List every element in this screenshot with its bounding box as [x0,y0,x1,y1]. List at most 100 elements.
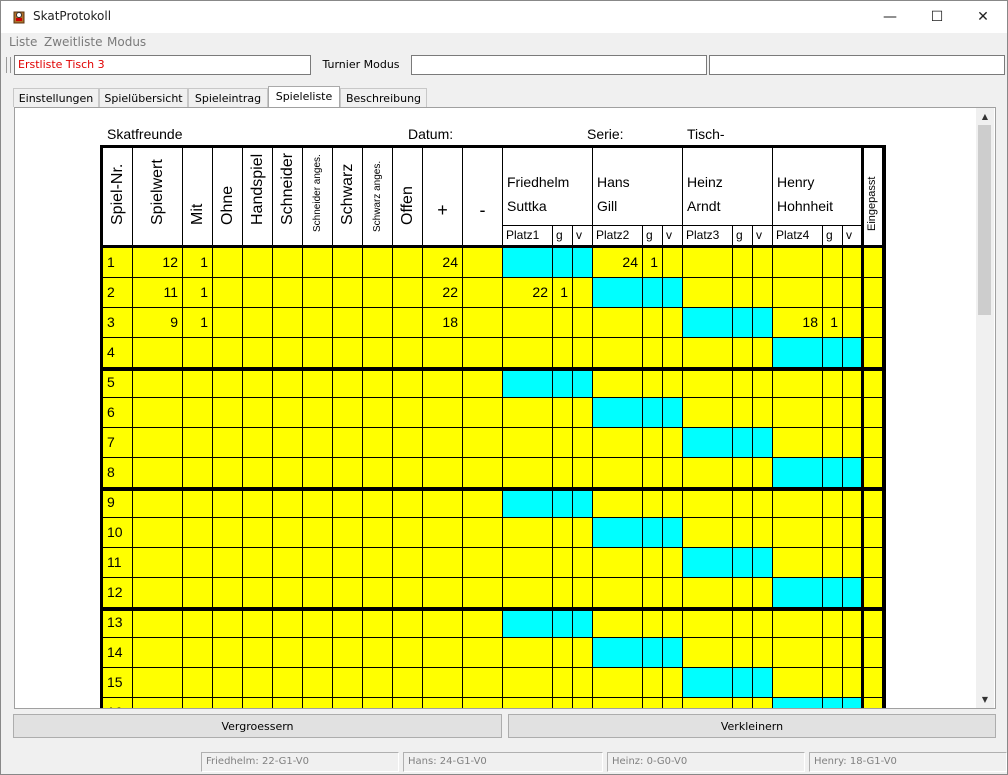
flag-cell[interactable] [303,248,333,278]
info-field-2[interactable] [709,55,1005,75]
flag-cell[interactable] [273,368,303,398]
player-score-cell[interactable] [843,698,863,708]
player-score-cell[interactable] [503,488,553,518]
player-score-cell[interactable] [553,308,573,338]
flag-cell[interactable] [273,338,303,368]
game-value-cell[interactable] [133,338,183,368]
player-score-cell[interactable] [573,338,593,368]
mit-cell[interactable] [183,518,213,548]
plus-cell[interactable] [423,608,463,638]
player-score-cell[interactable] [593,398,643,428]
player-score-cell[interactable]: 22 [503,278,553,308]
game-value-cell[interactable] [133,608,183,638]
player-score-cell[interactable] [753,608,773,638]
plus-cell[interactable] [423,338,463,368]
player-score-cell[interactable] [773,338,823,368]
flag-cell[interactable] [303,518,333,548]
flag-cell[interactable] [393,638,423,668]
zoom-out-button[interactable]: Verkleinern [508,714,996,738]
flag-cell[interactable] [303,368,333,398]
player-score-cell[interactable] [683,248,733,278]
eingepasst-cell[interactable] [863,458,883,488]
flag-cell[interactable] [243,458,273,488]
flag-cell[interactable] [303,548,333,578]
player-score-cell[interactable] [553,458,573,488]
player-score-cell[interactable] [573,398,593,428]
player-score-cell[interactable] [573,608,593,638]
flag-cell[interactable] [333,518,363,548]
player-score-cell[interactable] [663,638,683,668]
player-score-cell[interactable] [843,488,863,518]
eingepasst-cell[interactable] [863,548,883,578]
flag-cell[interactable] [393,698,423,708]
flag-cell[interactable] [363,668,393,698]
flag-cell[interactable] [303,488,333,518]
tab-einstellungen[interactable]: Einstellungen [13,88,99,107]
player-score-cell[interactable] [643,548,663,578]
flag-cell[interactable] [213,578,243,608]
mit-cell[interactable]: 1 [183,308,213,338]
flag-cell[interactable] [273,608,303,638]
player-score-cell[interactable] [823,548,843,578]
minimize-button[interactable]: — [867,1,913,33]
player-score-cell[interactable] [823,698,843,708]
game-value-cell[interactable] [133,368,183,398]
player-score-cell[interactable] [663,698,683,708]
player-score-cell[interactable] [843,248,863,278]
player-score-cell[interactable] [553,698,573,708]
flag-cell[interactable] [333,548,363,578]
player-score-cell[interactable] [773,698,823,708]
plus-cell[interactable] [423,638,463,668]
player-score-cell[interactable] [843,608,863,638]
player-score-cell[interactable] [843,398,863,428]
player-score-cell[interactable] [733,398,753,428]
player-score-cell[interactable] [573,488,593,518]
mit-cell[interactable] [183,698,213,708]
minus-cell[interactable] [463,398,503,428]
plus-cell[interactable]: 18 [423,308,463,338]
player-score-cell[interactable] [573,308,593,338]
player-score-cell[interactable] [643,488,663,518]
player-score-cell[interactable] [553,368,573,398]
flag-cell[interactable] [393,368,423,398]
player-score-cell[interactable] [753,398,773,428]
menu-zweitliste[interactable]: Zweitliste [44,35,102,49]
player-score-cell[interactable] [753,428,773,458]
plus-cell[interactable] [423,698,463,708]
eingepasst-cell[interactable] [863,488,883,518]
plus-cell[interactable]: 24 [423,248,463,278]
player-score-cell[interactable] [843,638,863,668]
player-score-cell[interactable] [643,638,663,668]
player-score-cell[interactable] [733,458,753,488]
player-score-cell[interactable] [753,668,773,698]
player-score-cell[interactable] [663,488,683,518]
flag-cell[interactable] [333,278,363,308]
flag-cell[interactable] [213,488,243,518]
player-score-cell[interactable] [593,338,643,368]
player-score-cell[interactable] [643,518,663,548]
player-score-cell[interactable] [593,638,643,668]
player-score-cell[interactable] [663,518,683,548]
mit-cell[interactable] [183,458,213,488]
player-score-cell[interactable] [663,308,683,338]
eingepasst-cell[interactable] [863,668,883,698]
title-bar[interactable]: SkatProtokoll — ☐ ✕ [1,1,1007,33]
player-score-cell[interactable] [553,338,573,368]
flag-cell[interactable] [333,458,363,488]
flag-cell[interactable] [273,698,303,708]
scroll-up-icon[interactable]: ▲ [976,108,994,125]
game-value-cell[interactable] [133,458,183,488]
flag-cell[interactable] [393,308,423,338]
flag-cell[interactable] [273,428,303,458]
eingepasst-cell[interactable] [863,308,883,338]
flag-cell[interactable] [243,548,273,578]
flag-cell[interactable] [243,278,273,308]
flag-cell[interactable] [393,428,423,458]
flag-cell[interactable] [273,578,303,608]
player-score-cell[interactable] [503,518,553,548]
player-score-cell[interactable] [593,308,643,338]
player-score-cell[interactable] [573,578,593,608]
game-value-cell[interactable] [133,668,183,698]
player-score-cell[interactable]: 1 [643,248,663,278]
mit-cell[interactable] [183,638,213,668]
